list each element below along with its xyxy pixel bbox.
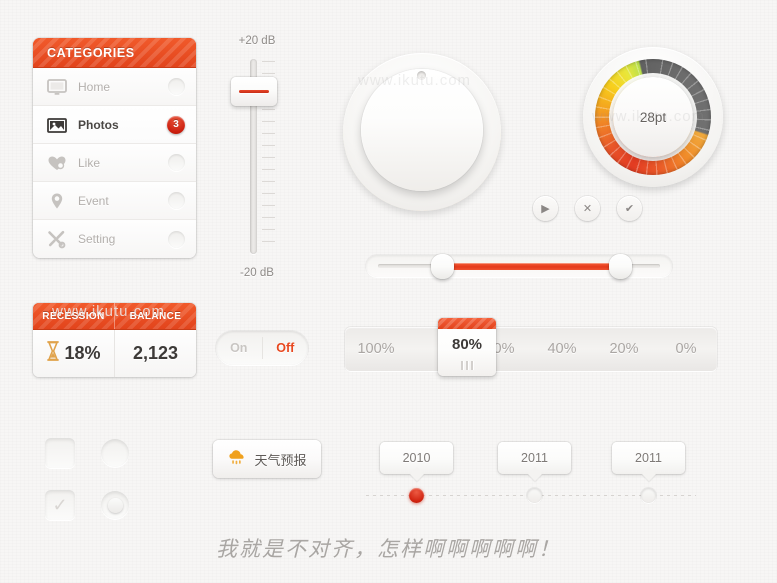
- check-icon: ✓: [52, 494, 68, 515]
- gauge-value-label: 28pt: [639, 109, 667, 125]
- checkbox-unchecked[interactable]: [45, 438, 75, 468]
- stats-table-row: 18% 2,123: [33, 330, 196, 377]
- timeline-bubble-2011-a[interactable]: 2011: [498, 442, 571, 482]
- play-icon: ▶: [541, 203, 550, 215]
- map-pin-icon: [45, 190, 69, 212]
- sidebar-item-label: Home: [78, 79, 111, 94]
- play-button[interactable]: ▶: [533, 196, 558, 221]
- tools-icon: [45, 228, 69, 250]
- timeline-bubble-2011-b[interactable]: 2011: [612, 442, 685, 482]
- percent-scale-bar[interactable]: 100% 80% 60% 40% 20% 0%: [345, 327, 717, 371]
- categories-header-title: CATEGORIES: [47, 45, 135, 60]
- sidebar-item-home[interactable]: Home: [33, 68, 196, 106]
- stats-cell-balance: 2,123: [114, 330, 196, 377]
- check-icon: ✔: [624, 203, 635, 215]
- rain-cloud-icon: [227, 448, 247, 471]
- sidebar-item-label: Like: [78, 155, 101, 170]
- fader-max-label: +20 dB: [238, 35, 276, 47]
- stats-column-header: RECESSION: [42, 310, 105, 322]
- timeline-bubble-label: 2010: [402, 451, 431, 465]
- radio-selected[interactable]: [101, 491, 129, 519]
- radio-unselected[interactable]: [101, 439, 129, 467]
- hourglass-icon: [46, 340, 60, 367]
- percent-option-20[interactable]: 20%: [593, 341, 655, 357]
- sidebar-item-indicator[interactable]: [168, 154, 185, 171]
- percent-option-40[interactable]: 40%: [531, 341, 593, 357]
- round-button-group: ▶ ✕ ✔: [533, 196, 653, 226]
- bubble-tail-icon: [409, 466, 424, 482]
- sidebar-item-event[interactable]: Event: [33, 182, 196, 220]
- range-slider[interactable]: [366, 254, 672, 280]
- heart-icon: [45, 152, 69, 174]
- stats-value: 18%: [64, 343, 101, 363]
- sidebar-item-indicator[interactable]: [168, 230, 185, 248]
- choice-controls: ✓: [45, 438, 155, 528]
- fader-handle[interactable]: [231, 77, 277, 106]
- percent-handle-stripe: [438, 318, 496, 329]
- points-gauge[interactable]: 28pt: [583, 47, 723, 187]
- sidebar-item-photos[interactable]: Photos 3: [33, 106, 196, 144]
- timeline-bubble-label: 2011: [635, 451, 662, 465]
- timeline-node-2011-b[interactable]: [641, 488, 656, 503]
- on-off-toggle[interactable]: On Off: [216, 331, 308, 365]
- picture-icon: [45, 114, 69, 136]
- stats-column-header: BALANCE: [114, 303, 196, 329]
- percent-option-0[interactable]: 0%: [655, 341, 717, 357]
- close-icon: ✕: [582, 203, 593, 215]
- sidebar-item-label: Event: [78, 193, 109, 208]
- range-handle-right[interactable]: [609, 254, 632, 279]
- timeline-bubble-label: 2011: [521, 451, 548, 465]
- check-button[interactable]: ✔: [617, 196, 642, 221]
- close-button[interactable]: ✕: [575, 196, 600, 221]
- volume-knob[interactable]: [333, 43, 511, 221]
- knob-indicator-dot: [417, 71, 426, 80]
- categories-panel: CATEGORIES Home Photos 3 Like Event Sett…: [33, 38, 196, 258]
- sidebar-item-like[interactable]: Like: [33, 144, 196, 182]
- sidebar-item-label: Photos: [78, 117, 119, 132]
- sidebar-item-label: Setting: [78, 232, 116, 246]
- db-fader: +20 dB -20 dB: [218, 35, 296, 285]
- stats-cell-recession: 18%: [33, 330, 114, 377]
- categories-header: CATEGORIES: [33, 38, 196, 68]
- percent-selected-handle[interactable]: 80%: [438, 318, 496, 376]
- fader-handle-line: [239, 90, 269, 93]
- weather-forecast-button[interactable]: 天气预报: [213, 440, 321, 478]
- fader-min-label: -20 dB: [240, 267, 274, 279]
- range-handle-left[interactable]: [431, 254, 454, 279]
- toggle-on-label[interactable]: On: [216, 341, 262, 355]
- percent-scale[interactable]: 100% 80% 60% 40% 20% 0% 80%: [345, 318, 717, 376]
- knob-cap[interactable]: [361, 69, 483, 191]
- ui-kit-stage: CATEGORIES Home Photos 3 Like Event Sett…: [0, 0, 777, 583]
- status-badge: 3: [167, 115, 185, 134]
- monitor-icon: [45, 76, 69, 98]
- stats-value: 2,123: [132, 343, 179, 363]
- sidebar-item-setting[interactable]: Setting: [33, 220, 196, 258]
- percent-handle-grip: [438, 361, 496, 370]
- bubble-tail-icon: [527, 466, 542, 482]
- gauge-hub: 28pt: [613, 77, 693, 157]
- stats-table-header: RECESSION BALANCE: [33, 303, 196, 330]
- sidebar-item-indicator[interactable]: [168, 78, 185, 95]
- toggle-off-label[interactable]: Off: [261, 337, 309, 359]
- checkbox-checked[interactable]: ✓: [45, 490, 75, 520]
- stats-table: RECESSION BALANCE 18% 2,123: [33, 303, 196, 377]
- year-timeline: 2010 2011 2011: [366, 442, 696, 508]
- percent-option-100[interactable]: 100%: [345, 341, 407, 357]
- radio-dot-icon: [107, 497, 123, 513]
- handwritten-caption: 我就是不对齐，怎样啊啊啊啊啊！: [216, 537, 561, 561]
- sidebar-item-indicator[interactable]: [168, 192, 185, 209]
- timeline-node-2010[interactable]: [409, 488, 424, 503]
- weather-button-label: 天气预报: [254, 453, 307, 469]
- timeline-bubble-2010[interactable]: 2010: [380, 442, 453, 482]
- timeline-node-2011-a[interactable]: [527, 488, 542, 503]
- percent-selected-label: 80%: [451, 336, 483, 353]
- range-slider-fill: [440, 263, 616, 270]
- bubble-tail-icon: [641, 466, 656, 482]
